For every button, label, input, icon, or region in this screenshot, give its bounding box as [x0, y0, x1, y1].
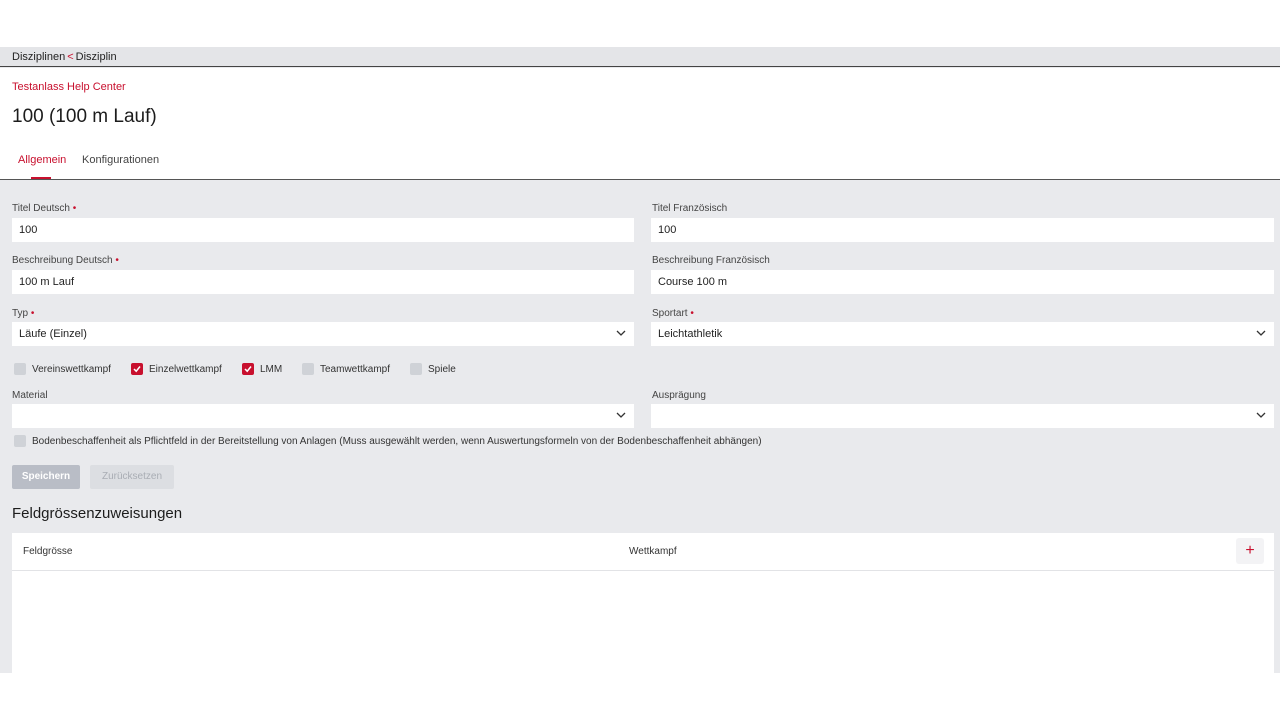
- titel-franzoesisch-label: Titel Französisch: [652, 203, 728, 214]
- tab-konfigurationen[interactable]: Konfigurationen: [82, 154, 159, 166]
- table-header: Feldgrösse Wettkampf +: [12, 533, 1274, 571]
- checkbox-label: Spiele: [428, 364, 456, 375]
- titel-deutsch-input[interactable]: 100: [12, 218, 634, 242]
- section-title: Feldgrössenzuweisungen: [12, 505, 183, 522]
- sportart-label: Sportart •: [652, 308, 694, 319]
- checkbox-box[interactable]: [242, 363, 254, 375]
- page-header: Testanlass Help Center 100 (100 m Lauf) …: [0, 68, 1280, 180]
- checkmark-icon: [133, 366, 141, 373]
- breadcrumb: Disziplinen < Disziplin: [0, 47, 1280, 67]
- checkmark-icon: [244, 366, 252, 373]
- checkbox-label: LMM: [260, 364, 283, 375]
- material-label: Material: [12, 390, 48, 401]
- required-marker: •: [30, 308, 35, 319]
- org-link[interactable]: Testanlass Help Center: [12, 81, 126, 93]
- titel-deutsch-label: Titel Deutsch •: [12, 203, 77, 214]
- material-select[interactable]: [12, 404, 634, 428]
- column-header-wettkampf: Wettkampf: [629, 546, 677, 557]
- required-marker: •: [690, 308, 694, 319]
- checkbox-box[interactable]: [14, 435, 26, 447]
- checkbox-label: Teamwettkampf: [320, 364, 391, 375]
- required-marker: •: [115, 255, 119, 266]
- required-marker: •: [72, 203, 77, 214]
- auspraegung-select[interactable]: [651, 404, 1274, 428]
- app-shell: Disziplinen < Disziplin Testanlass Help Ce…: [0, 47, 1280, 673]
- sportart-select[interactable]: Leichtathletik: [651, 322, 1274, 346]
- active-tab-indicator: [31, 177, 51, 179]
- checkbox-box[interactable]: [302, 363, 314, 375]
- checkbox-box[interactable]: [410, 363, 422, 375]
- checkbox-label: Einzelwettkampf: [149, 364, 222, 375]
- breadcrumb-parent-link[interactable]: Disziplinen: [12, 51, 65, 63]
- checkbox-label: Vereinswettkampf: [32, 364, 111, 375]
- feldgroessen-table: Feldgrösse Wettkampf +: [12, 533, 1274, 673]
- beschreibung-deutsch-label: Beschreibung Deutsch •: [12, 255, 119, 266]
- reset-button[interactable]: Zurücksetzen: [90, 465, 174, 489]
- tab-allgemein[interactable]: Allgemein: [18, 154, 66, 166]
- chevron-down-icon: [1256, 412, 1266, 418]
- titel-franzoesisch-input[interactable]: 100: [651, 218, 1274, 242]
- chevron-down-icon: [1256, 330, 1266, 336]
- sportart-select-value: Leichtathletik: [658, 328, 723, 340]
- save-button[interactable]: Speichern: [12, 465, 80, 489]
- chevron-down-icon: [616, 330, 626, 336]
- beschreibung-franzoesisch-label: Beschreibung Französisch: [652, 255, 770, 266]
- beschreibung-deutsch-input[interactable]: 100 m Lauf: [12, 270, 634, 294]
- breadcrumb-separator: <: [67, 51, 74, 63]
- typ-select-value: Läufe (Einzel): [19, 328, 87, 340]
- page-title: 100 (100 m Lauf): [12, 106, 157, 127]
- column-header-feldgroesse: Feldgrösse: [23, 546, 73, 557]
- breadcrumb-current: Disziplin: [75, 51, 117, 63]
- typ-select[interactable]: Läufe (Einzel): [12, 322, 634, 346]
- beschreibung-franzoesisch-input[interactable]: Course 100 m: [651, 270, 1274, 294]
- chevron-down-icon: [616, 412, 626, 418]
- add-row-button[interactable]: +: [1236, 538, 1264, 564]
- typ-label: Typ •: [12, 308, 35, 319]
- auspraegung-label: Ausprägung: [652, 390, 706, 401]
- checkbox-label: Bodenbeschaffenheit als Pflichtfeld in d…: [32, 436, 762, 447]
- checkbox-box[interactable]: [131, 363, 143, 375]
- checkbox-box[interactable]: [14, 363, 26, 375]
